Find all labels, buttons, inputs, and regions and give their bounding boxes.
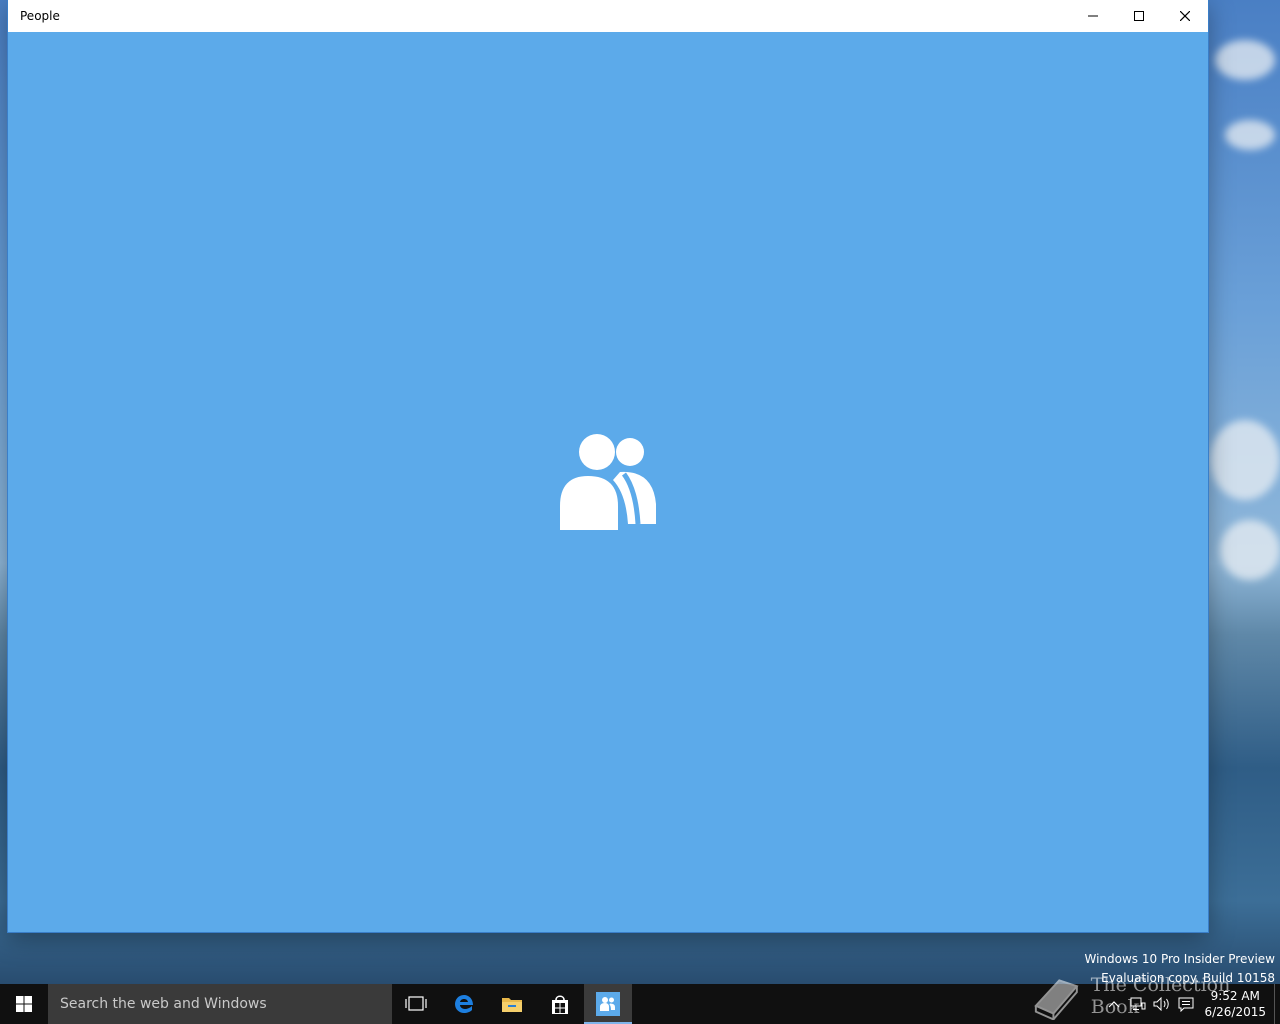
volume-icon	[1153, 997, 1170, 1011]
people-app-icon	[596, 992, 620, 1016]
search-input[interactable]: Search the web and Windows	[48, 984, 392, 1024]
show-desktop-button[interactable]	[1274, 984, 1280, 1024]
minimize-button[interactable]	[1070, 0, 1116, 32]
chevron-up-icon	[1109, 1001, 1120, 1008]
maximize-button[interactable]	[1116, 0, 1162, 32]
title-bar[interactable]: People	[8, 0, 1208, 32]
maximize-icon	[1134, 11, 1144, 21]
network-icon	[1130, 997, 1146, 1010]
clock-date: 6/26/2015	[1204, 1005, 1266, 1019]
action-center-icon	[1178, 997, 1194, 1012]
minimize-icon	[1088, 15, 1098, 17]
show-hidden-icons-button[interactable]	[1102, 984, 1126, 1024]
volume-button[interactable]	[1150, 984, 1174, 1024]
close-icon	[1180, 11, 1190, 21]
search-placeholder: Search the web and Windows	[60, 996, 267, 1012]
build-watermark: Windows 10 Pro Insider Preview Evaluatio…	[1084, 950, 1275, 988]
edge-button[interactable]	[440, 984, 488, 1024]
file-explorer-icon	[502, 998, 522, 1012]
windows-logo-icon	[16, 996, 32, 1012]
watermark-line1: Windows 10 Pro Insider Preview	[1084, 952, 1275, 966]
network-button[interactable]	[1126, 984, 1150, 1024]
window-title: People	[20, 9, 60, 23]
action-center-button[interactable]	[1174, 984, 1198, 1024]
store-icon	[552, 995, 568, 1014]
clock[interactable]: 9:52 AM 6/26/2015	[1198, 988, 1274, 1020]
close-button[interactable]	[1162, 0, 1208, 32]
people-app-window: People	[8, 0, 1208, 932]
task-view-icon	[405, 996, 427, 1011]
people-icon	[560, 434, 656, 530]
file-explorer-button[interactable]	[488, 984, 536, 1024]
system-tray: 9:52 AM 6/26/2015	[1102, 984, 1280, 1024]
start-button[interactable]	[0, 984, 48, 1024]
task-view-button[interactable]	[392, 984, 440, 1024]
caption-buttons	[1070, 0, 1208, 32]
clock-time: 9:52 AM	[1210, 989, 1260, 1003]
people-taskbar-button[interactable]	[584, 984, 632, 1024]
store-button[interactable]	[536, 984, 584, 1024]
taskbar: Search the web and Windows 9:52 AM 6/26/…	[0, 984, 1280, 1024]
edge-icon	[455, 995, 473, 1013]
